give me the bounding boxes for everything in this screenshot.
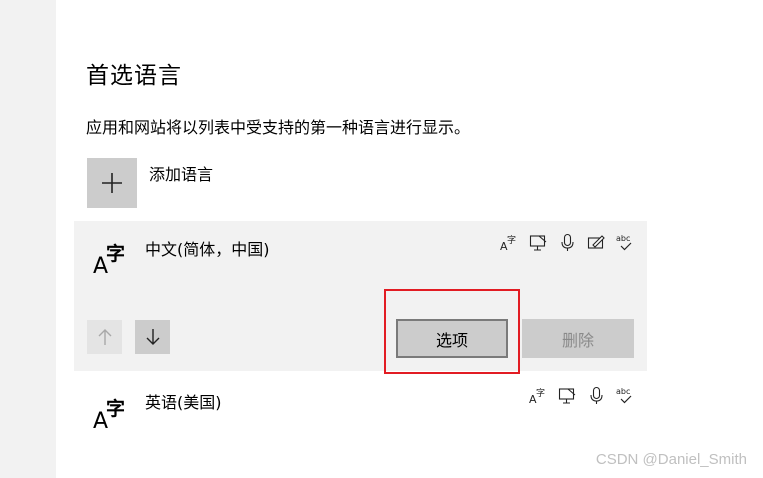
- svg-text:字: 字: [106, 397, 125, 420]
- language-pack-icon: A 字: [529, 386, 548, 405]
- svg-text:abc: abc: [616, 387, 630, 396]
- language-icon: A 字: [92, 392, 132, 432]
- language-name[interactable]: 英语(美国): [145, 389, 222, 413]
- move-down-button[interactable]: [135, 320, 170, 354]
- add-language-button[interactable]: [87, 158, 137, 208]
- speech-recognition-icon: [587, 386, 606, 405]
- text-to-speech-icon: [558, 386, 577, 405]
- move-up-button[interactable]: [87, 320, 122, 354]
- remove-button[interactable]: 删除: [522, 319, 634, 358]
- section-title: 首选语言: [86, 63, 182, 89]
- feature-icons: A 字 abc: [500, 233, 635, 252]
- speech-recognition-icon: [558, 233, 577, 252]
- nav-pane-edge: [0, 0, 56, 478]
- section-description: 应用和网站将以列表中受支持的第一种语言进行显示。: [86, 118, 471, 137]
- handwriting-icon: [587, 233, 606, 252]
- svg-text:abc: abc: [616, 234, 630, 243]
- svg-text:字: 字: [106, 242, 125, 265]
- arrow-up-icon: [98, 329, 111, 345]
- watermark: CSDN @Daniel_Smith: [595, 451, 747, 468]
- text-to-speech-icon: [529, 233, 548, 252]
- add-language-label[interactable]: 添加语言: [149, 161, 213, 185]
- plus-icon: [102, 173, 122, 193]
- language-name: 中文(简体，中国): [145, 240, 270, 259]
- arrow-down-icon: [146, 329, 159, 345]
- spell-check-icon: abc: [616, 386, 635, 405]
- spell-check-icon: abc: [616, 233, 635, 252]
- feature-icons: A 字 abc: [529, 386, 635, 405]
- language-icon: A 字: [92, 237, 132, 277]
- language-pack-icon: A 字: [500, 233, 519, 252]
- svg-text:字: 字: [536, 387, 545, 399]
- svg-text:字: 字: [507, 234, 516, 246]
- options-button[interactable]: 选项: [396, 319, 508, 358]
